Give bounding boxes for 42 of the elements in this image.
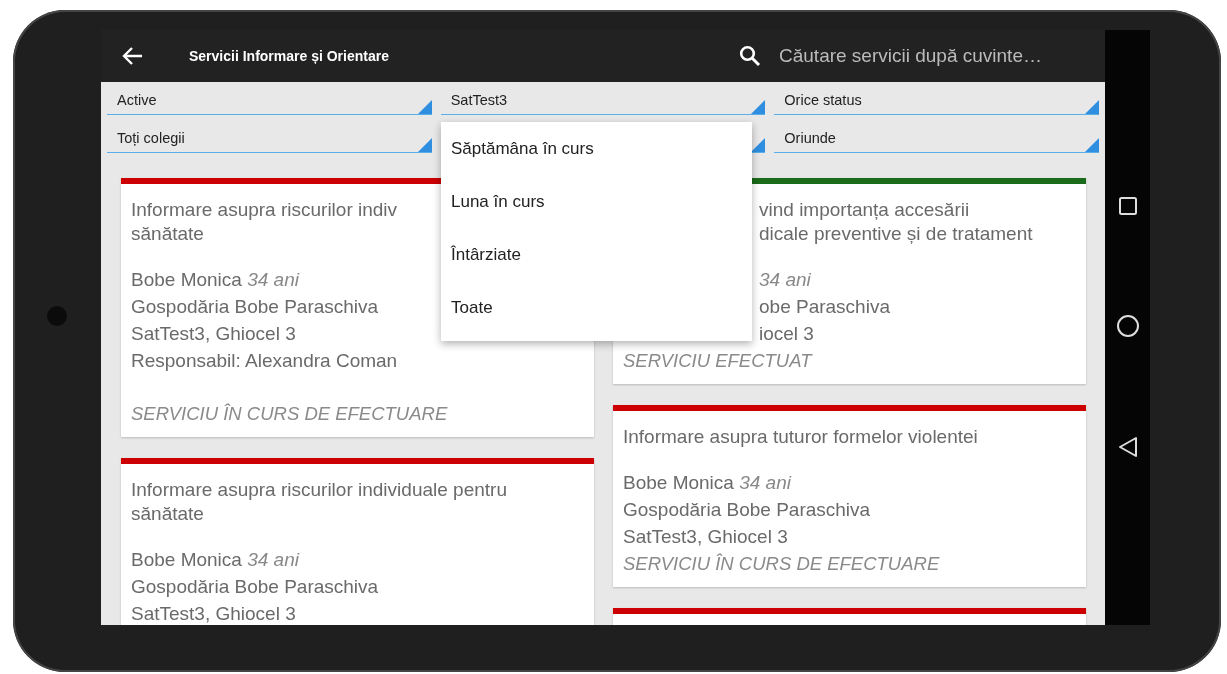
household-text: Gospodăria Bobe Paraschiva	[131, 295, 379, 319]
filter-dropdown[interactable]: Orice status	[774, 86, 1099, 115]
address-text: SatTest3, Ghiocel 3	[623, 525, 788, 549]
service-title: Informare asupra tuturor formelor violentei	[623, 425, 978, 449]
dropdown-arrow-icon	[1085, 138, 1099, 152]
search-icon[interactable]	[739, 45, 761, 67]
dropdown-arrow-icon	[751, 100, 766, 114]
address-text: SatTest3, Ghiocel 3	[131, 602, 296, 625]
person-name: Bobe Monica 34 ani	[131, 268, 299, 292]
service-card[interactable]: Informare asupra riscurilor individuale pentru sănătate Bobe Monica 34 ani Gospodăria Bobe Paraschiva SatTest3, Ghiocel 3	[121, 458, 594, 625]
back-nav-button[interactable]	[1117, 436, 1138, 458]
filter-dropdown[interactable]: Oriunde	[774, 124, 1099, 153]
person-name: 34 ani	[759, 268, 811, 292]
filter-dropdown[interactable]: Toți colegii	[107, 124, 432, 153]
responsible-text: Responsabil: Alexandra Coman	[131, 349, 399, 373]
address-text: SatTest3, Ghiocel 3	[131, 322, 296, 346]
service-title: sănătate	[131, 222, 204, 246]
service-card[interactable]: Informare asupra tuturor formelor violentei Bobe Monica 34 ani Gospodăria Bobe Paraschiva SatTest3, Ghiocel 3 SERVICIU ÎN CURS DE EFECTUARE	[613, 405, 1086, 587]
person-name: Bobe Monica 34 ani	[131, 548, 299, 572]
home-button[interactable]	[1115, 314, 1140, 338]
service-title: Informare asupra riscurilor individuale pentru	[131, 478, 507, 502]
service-title: dicale preventive și de tratament	[759, 222, 1033, 246]
recents-button[interactable]	[1117, 196, 1138, 216]
dropdown-arrow-icon	[417, 138, 432, 152]
status-text: SERVICIU EFECTUAT	[623, 349, 814, 373]
person-name: Bobe Monica 34 ani	[623, 471, 791, 495]
dropdown-arrow-icon	[1085, 100, 1099, 114]
household-text: Gospodăria Bobe Paraschiva	[623, 498, 871, 522]
back-button[interactable]	[122, 46, 144, 66]
status-text: SERVICIU ÎN CURS DE EFECTUARE	[131, 402, 449, 426]
status-text: SERVICIU ÎN CURS DE EFECTUARE	[623, 552, 941, 576]
dropdown-arrow-icon	[751, 138, 766, 152]
filter-dropdown[interactable]: SatTest3	[440, 86, 766, 115]
address-text: iocel 3	[759, 322, 814, 346]
dropdown-arrow-icon	[417, 100, 432, 114]
screen-title: Servicii Informare și Orientare	[189, 48, 390, 64]
service-title: vind importanța accesării	[759, 198, 970, 222]
household-text: Gospodăria Bobe Paraschiva	[131, 575, 379, 599]
household-text: obe Paraschiva	[759, 295, 890, 319]
filter-dropdown[interactable]: Active	[107, 86, 432, 115]
service-title: sănătate	[131, 502, 204, 526]
service-title: Informare asupra riscurilor indiv	[131, 198, 398, 222]
